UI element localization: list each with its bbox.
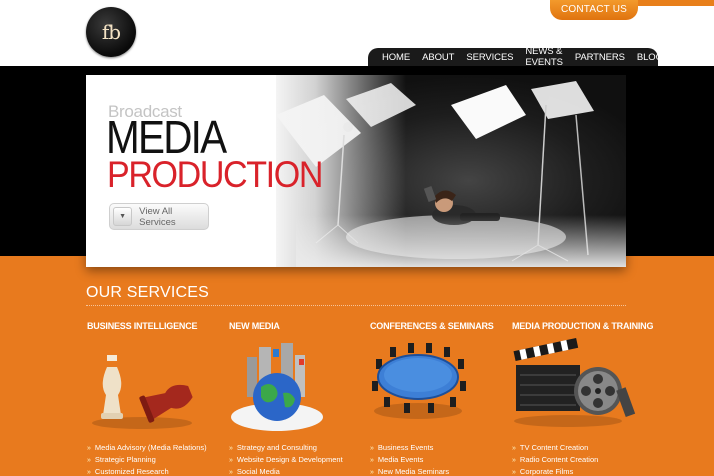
list-item[interactable]: » Business Events xyxy=(370,442,449,454)
studio-floor xyxy=(296,215,626,267)
service-heading[interactable]: BUSINESS INTELLIGENCE xyxy=(87,321,227,331)
service-list: » Business Events » Media Events » New Medi… xyxy=(370,442,449,476)
view-all-services-button[interactable]: ▼ View All Services xyxy=(109,203,209,230)
list-item[interactable]: » Social Media xyxy=(229,466,343,476)
chess-pieces-icon xyxy=(92,355,193,429)
list-item[interactable]: » New Media Seminars xyxy=(370,466,449,476)
clapperboard-icon xyxy=(513,337,636,427)
nav-news-events[interactable]: NEWS & EVENTS xyxy=(525,46,563,68)
globe-icon xyxy=(231,343,323,431)
list-item[interactable]: » Strategic Planning xyxy=(87,454,207,466)
view-all-services-label: View All Services xyxy=(139,205,176,228)
list-item[interactable]: » Customized Research xyxy=(87,466,207,476)
list-item[interactable]: » Corporate Films xyxy=(512,466,598,476)
service-new-media: NEW MEDIA » Strategy and Consulting » Webs… xyxy=(229,321,369,476)
service-conferences-seminars: CONFERENCES & SEMINARS » Business Events … xyxy=(370,321,510,476)
service-list: » Strategy and Consulting » Website Design… xyxy=(229,442,343,476)
main-nav: HOME ABOUT SERVICES NEWS & EVENTS PARTNE… xyxy=(368,46,669,68)
hero-title-line2: PRODUCTION xyxy=(107,154,323,195)
nav-home[interactable]: HOME xyxy=(382,52,411,67)
service-heading[interactable]: CONFERENCES & SEMINARS xyxy=(370,321,510,331)
conference-table-icon xyxy=(372,343,466,419)
logo-text: fb xyxy=(101,20,121,44)
list-item[interactable]: » Website Design & Development xyxy=(229,454,343,466)
hero-banner: Broadcast MEDIA PRODUCTION ▼ View All Se… xyxy=(86,75,626,267)
service-media-production-training: MEDIA PRODUCTION & TRAINING » TV Content … xyxy=(512,321,653,476)
chevron-down-icon: ▼ xyxy=(113,207,133,226)
service-business-intelligence: BUSINESS INTELLIGENCE » Media Advisory (M… xyxy=(87,321,227,476)
services-title: OUR SERVICES xyxy=(86,284,210,301)
nav-blogs[interactable]: BLOGS xyxy=(637,52,669,63)
list-item[interactable]: » Radio Content Creation xyxy=(512,454,598,466)
nav-about[interactable]: ABOUT xyxy=(422,52,454,63)
list-item[interactable]: » Media Advisory (Media Relations) xyxy=(87,442,207,454)
service-heading[interactable]: NEW MEDIA xyxy=(229,321,369,331)
service-heading[interactable]: MEDIA PRODUCTION & TRAINING xyxy=(512,321,653,331)
logo[interactable]: fb xyxy=(86,7,136,57)
service-list: » TV Content Creation » Radio Content Crea… xyxy=(512,442,598,476)
contact-us-link[interactable]: CONTACT US xyxy=(550,0,638,20)
list-item[interactable]: » Strategy and Consulting xyxy=(229,442,343,454)
service-list: » Media Advisory (Media Relations) » Strat… xyxy=(87,442,207,476)
nav-partners[interactable]: PARTNERS xyxy=(575,52,625,63)
nav-services[interactable]: SERVICES xyxy=(466,52,513,63)
services-divider xyxy=(86,305,626,306)
list-item[interactable]: » Media Events xyxy=(370,454,449,466)
hero-text: Broadcast MEDIA PRODUCTION ▼ View All Se… xyxy=(86,75,336,267)
list-item[interactable]: » TV Content Creation xyxy=(512,442,598,454)
